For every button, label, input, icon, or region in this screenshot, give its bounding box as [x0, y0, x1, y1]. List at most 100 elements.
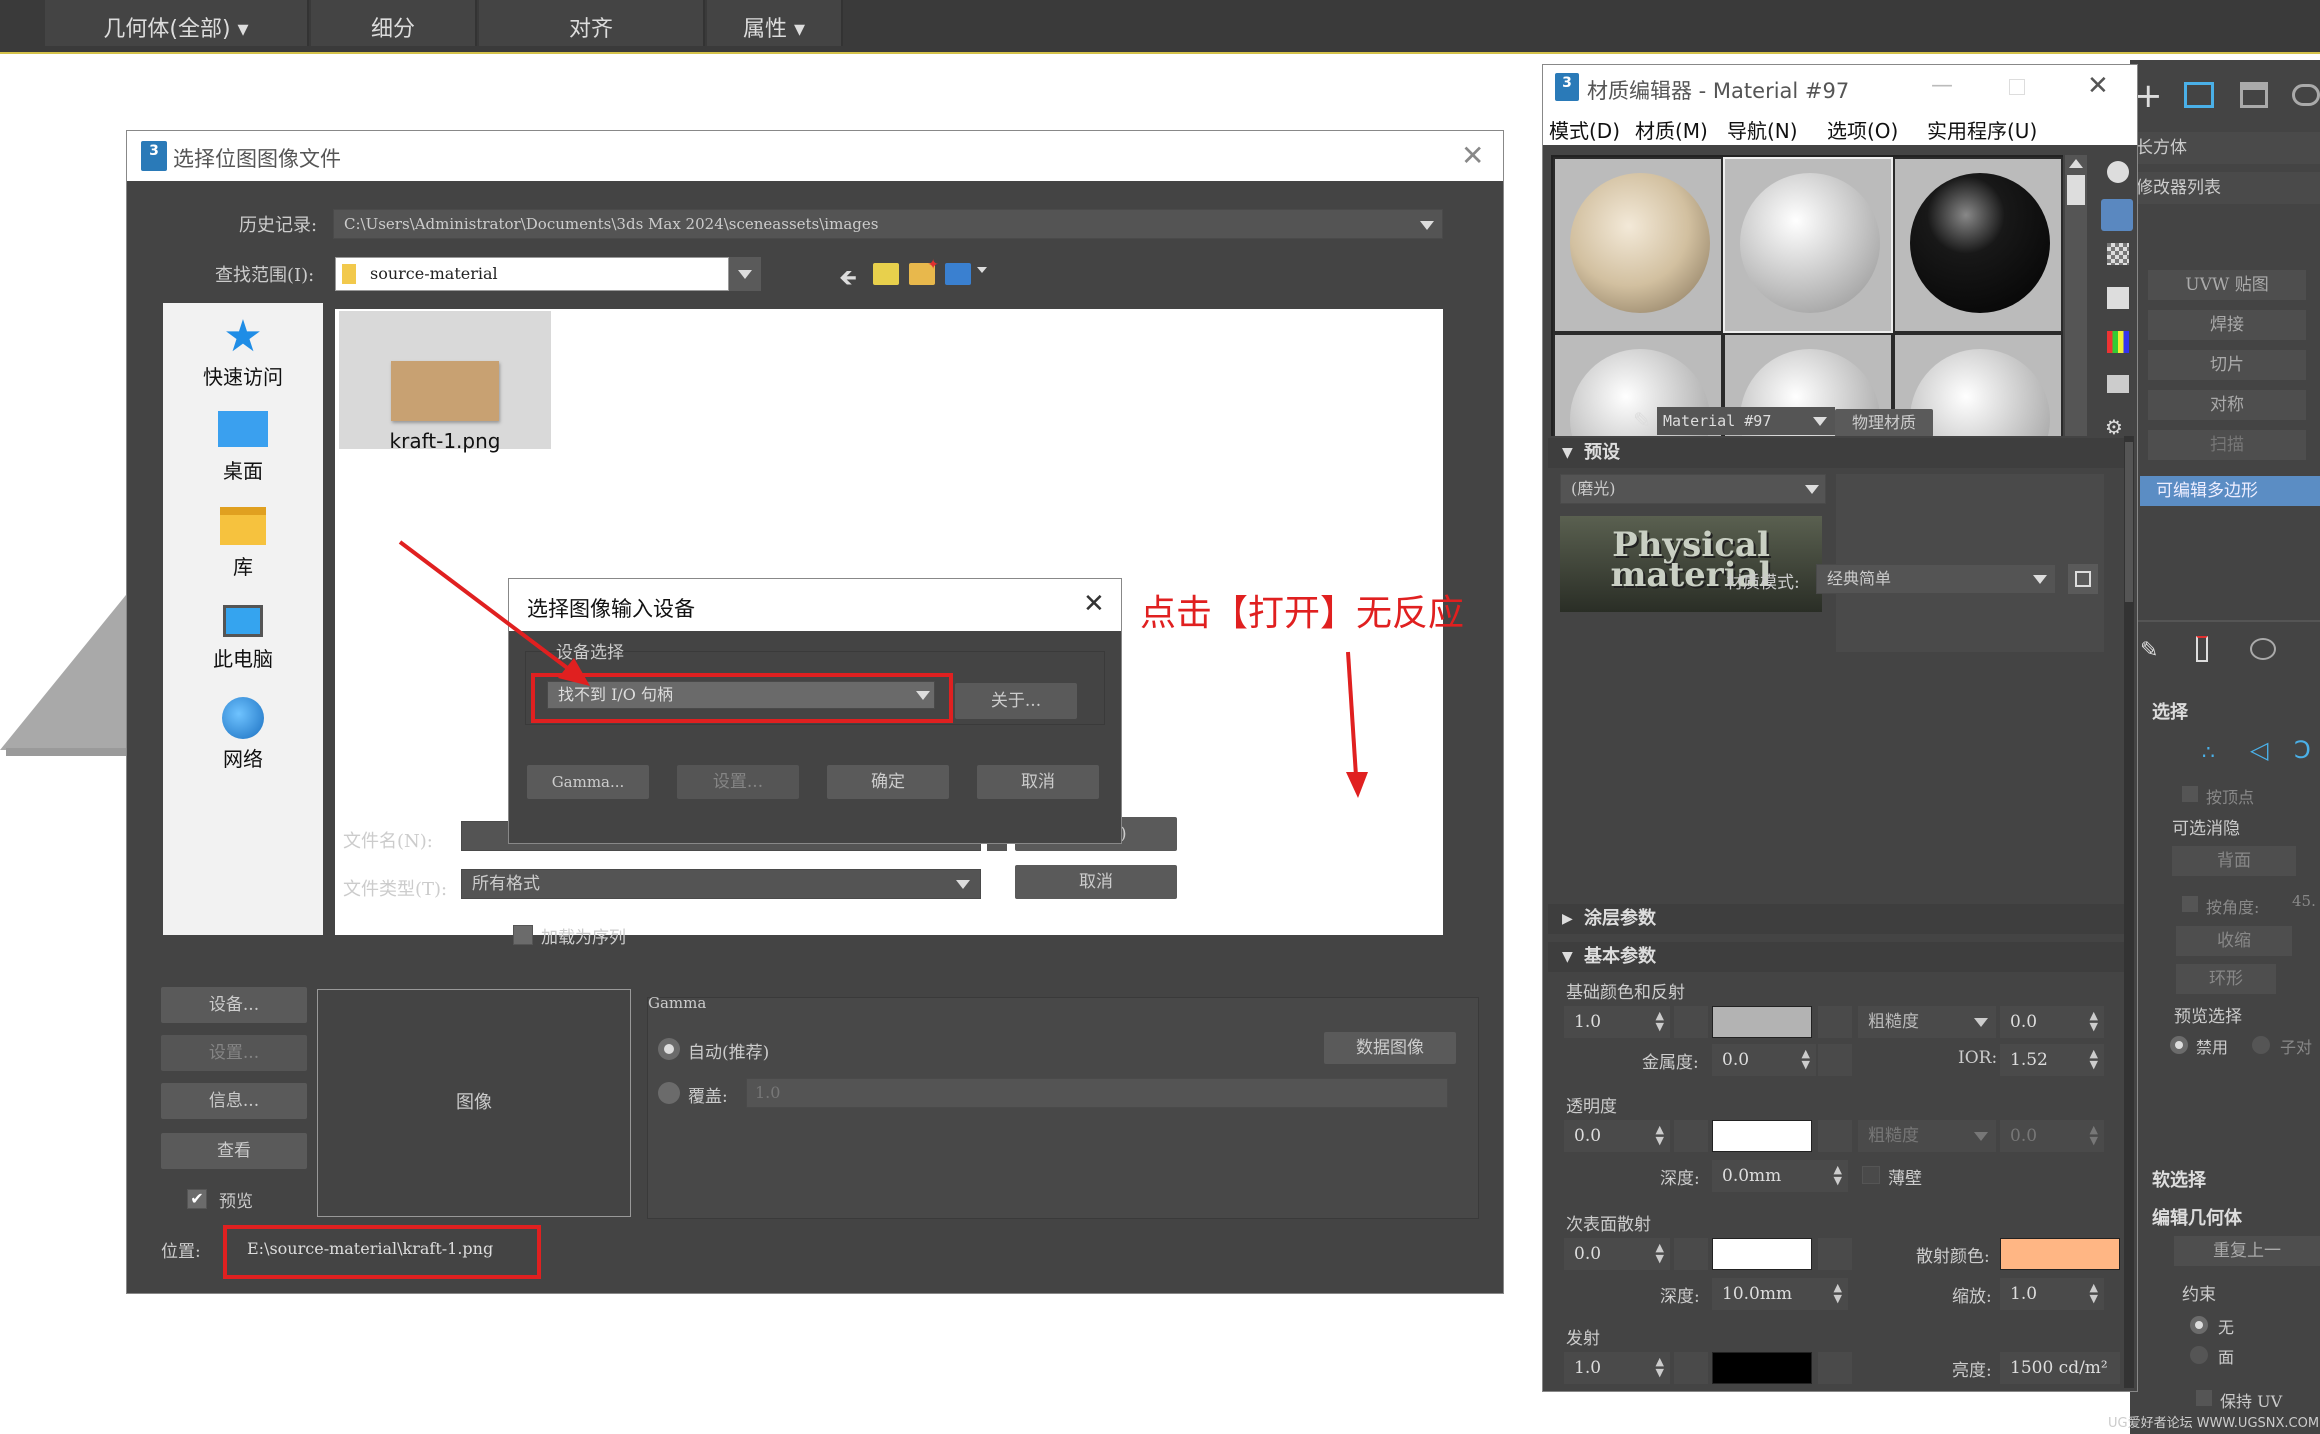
preview-disabled-radio[interactable]	[2170, 1036, 2188, 1054]
scale-spinner[interactable]: 1.0 ▲ ▼	[2000, 1278, 2104, 1310]
metalness-spinner[interactable]: 0.0 ▲ ▼	[1712, 1044, 1816, 1076]
ior-spinner[interactable]: 1.52 ▲ ▼	[2000, 1044, 2104, 1076]
transparency-spinner[interactable]: 0.0 ▲ ▼	[1564, 1120, 1670, 1152]
sample-type-icon[interactable]	[2107, 161, 2129, 183]
repeat-last-button[interactable]: 重复上一	[2174, 1236, 2320, 1266]
close-icon[interactable]: ✕	[2087, 71, 2109, 101]
backface-button[interactable]: 背面	[2172, 846, 2296, 876]
emission-map[interactable]	[1674, 1352, 1708, 1384]
material-type-button[interactable]: 物理材质	[1835, 409, 1933, 437]
depth-spinner[interactable]: 0.0mm ▲ ▼	[1712, 1160, 1848, 1192]
shrink-button[interactable]: 收缩	[2176, 926, 2292, 956]
vertex-mode-icon[interactable]: ∴	[2202, 740, 2215, 764]
weld-button[interactable]: 焊接	[2148, 310, 2306, 340]
watermark: UG爱好者论坛 WWW.UGSNX.COM	[2108, 1416, 2320, 1431]
sweep-button[interactable]: 扫描	[2148, 430, 2306, 460]
material-editor-title: 材质编辑器 - Material #97	[1587, 79, 1850, 103]
coating-section[interactable]: ▶ 涂层参数	[1548, 904, 2124, 934]
chevron-down-icon	[1974, 1018, 1988, 1027]
base-color-map[interactable]	[1818, 1006, 1852, 1038]
transparency-color-swatch[interactable]	[1712, 1120, 1812, 1152]
create-tab-icon[interactable]: +	[2134, 76, 2163, 116]
preserve-uv-checkbox[interactable]	[2196, 1390, 2212, 1406]
maximize-icon[interactable]	[2009, 79, 2025, 95]
basic-section[interactable]: ▼ 基本参数	[1548, 942, 2124, 972]
stack-item-editable-poly[interactable]: 可编辑多边形	[2140, 476, 2320, 506]
modifier-list-dropdown[interactable]: 修改器列表	[2130, 172, 2320, 204]
ior-label: IOR:	[1958, 1048, 1998, 1068]
menu-mode[interactable]: 模式(D)	[1549, 115, 1620, 144]
selection-section[interactable]: 选择	[2152, 698, 2188, 724]
constraint-none-radio[interactable]	[2190, 1316, 2208, 1334]
luminance-field[interactable]: 1500 cd/m²	[2000, 1352, 2120, 1384]
presets-section[interactable]: ▼ 预设	[1548, 438, 2124, 468]
object-name-field[interactable]: 长方体	[2130, 132, 2320, 164]
scatter-color-swatch[interactable]	[2000, 1238, 2120, 1270]
edge-mode-icon[interactable]: ◁	[2250, 736, 2268, 764]
symmetry-button[interactable]: 对称	[2148, 390, 2306, 420]
transparency-roughness-dropdown[interactable]: 粗糙度	[1858, 1120, 1996, 1152]
backlight-icon[interactable]	[2101, 199, 2133, 231]
menu-navigation[interactable]: 导航(N)	[1727, 115, 1798, 144]
emission-spinner[interactable]: 1.0 ▲ ▼	[1564, 1352, 1670, 1384]
sample-slot-3[interactable]	[1893, 157, 2063, 333]
sss-depth-spinner[interactable]: 10.0mm ▲ ▼	[1712, 1278, 1848, 1310]
sss-spinner[interactable]: 0.0 ▲ ▼	[1564, 1238, 1670, 1270]
constraint-face-radio[interactable]	[2190, 1346, 2208, 1364]
sss-color-swatch[interactable]	[1712, 1238, 1812, 1270]
minimize-icon[interactable]: —	[1931, 73, 1953, 98]
material-eyedropper[interactable]: ✎	[1633, 411, 1655, 433]
roughness-spinner[interactable]: 0.0 ▲ ▼	[2000, 1006, 2104, 1038]
uvw-map-button[interactable]: UVW 贴图	[2148, 270, 2306, 300]
transparency-color-map[interactable]	[1818, 1120, 1852, 1152]
show-end-result-icon[interactable]	[2196, 636, 2208, 662]
sss-color-map[interactable]	[1818, 1238, 1852, 1270]
chevron-down-icon	[1974, 1132, 1988, 1141]
ignore-backfacing-label: 可选消隐	[2172, 819, 2240, 839]
base-weight-map[interactable]	[1674, 1006, 1708, 1038]
metalness-map[interactable]	[1818, 1044, 1852, 1076]
thin-wall-checkbox[interactable]	[1862, 1166, 1880, 1184]
by-vertex-label: 按顶点	[2206, 788, 2255, 807]
border-mode-icon[interactable]: Ↄ	[2294, 736, 2311, 764]
app-icon: 3	[1555, 73, 1579, 101]
material-name-field[interactable]: Material #97	[1657, 407, 1835, 435]
ring-button[interactable]: 环形	[2176, 964, 2276, 994]
base-color-swatch[interactable]	[1712, 1006, 1812, 1038]
menu-options[interactable]: 选项(O)	[1827, 115, 1898, 144]
scale-label: 缩放:	[1952, 1287, 1992, 1307]
slice-button[interactable]: 切片	[2148, 350, 2306, 380]
menu-material[interactable]: 材质(M)	[1635, 115, 1708, 144]
emission-color-map[interactable]	[1818, 1352, 1852, 1384]
make-preview-icon[interactable]	[2107, 375, 2129, 393]
pin-stack-icon[interactable]: ✎	[2140, 638, 2158, 663]
transparency-roughness-label: 粗糙度	[1868, 1126, 1919, 1146]
roughness-dropdown[interactable]: 粗糙度	[1858, 1006, 1996, 1038]
preset-dropdown[interactable]: (磨光)	[1560, 474, 1826, 504]
make-unique-icon[interactable]	[2250, 638, 2276, 660]
sample-slot-2[interactable]	[1723, 157, 1893, 333]
transparency-map[interactable]	[1674, 1120, 1708, 1152]
save-mode-icon[interactable]	[2068, 564, 2098, 594]
edit-geometry-section[interactable]: 编辑几何体	[2152, 1204, 2242, 1230]
video-color-check-icon[interactable]	[2107, 331, 2129, 353]
base-weight-spinner[interactable]: 1.0 ▲ ▼	[1564, 1006, 1670, 1038]
transparency-roughness-spinner[interactable]: 0.0 ▲ ▼	[2000, 1120, 2104, 1152]
motion-tab-icon[interactable]	[2292, 84, 2320, 106]
by-vertex-checkbox[interactable]	[2182, 786, 2198, 802]
hierarchy-tab-icon[interactable]	[2240, 82, 2268, 108]
modify-tab-icon[interactable]	[2184, 82, 2214, 108]
params-scrollbar[interactable]	[2124, 436, 2134, 1388]
sss-map[interactable]	[1674, 1238, 1708, 1270]
material-mode-dropdown[interactable]: 经典简单	[1816, 564, 2056, 594]
preview-subobject-radio[interactable]	[2252, 1036, 2270, 1054]
sample-slot-1[interactable]	[1553, 157, 1723, 333]
menu-utilities[interactable]: 实用程序(U)	[1927, 115, 2037, 144]
by-angle-value[interactable]: 45.	[2292, 892, 2316, 910]
soft-selection-section[interactable]: 软选择	[2152, 1166, 2206, 1192]
uv-tiling-icon[interactable]	[2107, 287, 2129, 309]
by-angle-checkbox[interactable]	[2182, 896, 2198, 912]
emission-color-swatch[interactable]	[1712, 1352, 1812, 1384]
chevron-down-icon	[1813, 417, 1827, 426]
background-icon[interactable]	[2107, 243, 2129, 265]
